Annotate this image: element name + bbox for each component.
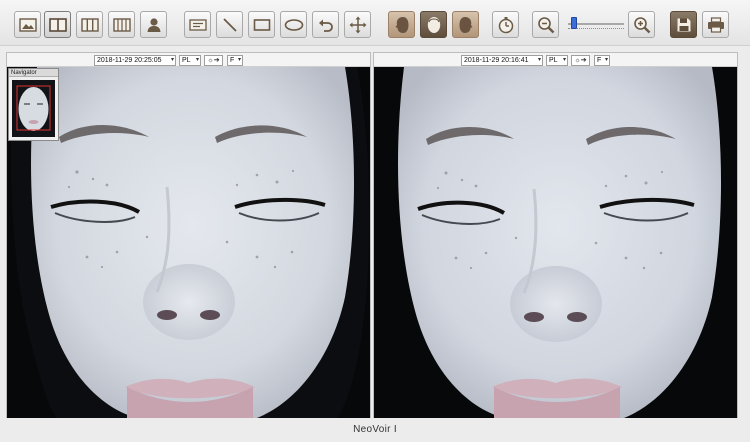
right-profile-button[interactable] <box>452 11 479 38</box>
printer-icon <box>707 16 724 33</box>
timer-button[interactable] <box>492 11 519 38</box>
face-front-icon <box>427 16 440 33</box>
zoom-in-icon <box>633 16 650 33</box>
text-tool-button[interactable] <box>184 11 211 38</box>
app-window: 2018-11-29 20:25:05 ▾ PL ▾ ☼➔ F ▾ Naviga… <box>0 0 750 442</box>
left-profile-button[interactable] <box>388 11 415 38</box>
patient-button[interactable] <box>140 11 167 38</box>
split-view-button[interactable] <box>44 11 71 38</box>
right-image-panel: 2018-11-29 20:16:41 ▾ PL ▾ ☼➔ F ▾ <box>373 52 738 418</box>
image-icon <box>18 17 37 32</box>
chevron-down-icon: ▾ <box>604 57 608 63</box>
undo-icon <box>318 19 333 32</box>
rectangle-tool-button[interactable] <box>248 11 275 38</box>
product-name: NeoVoir I <box>353 424 397 435</box>
left-face-image[interactable]: Navigator <box>7 67 370 418</box>
right-light-toggle[interactable]: ☼➔ <box>571 55 590 66</box>
left-mode-select[interactable]: PL ▾ <box>179 55 201 66</box>
move-button[interactable] <box>344 11 371 38</box>
stopwatch-icon <box>498 16 513 33</box>
move-icon <box>349 16 366 33</box>
left-datetime-value: 2018-11-29 20:25:05 <box>97 57 162 64</box>
right-channel-select[interactable]: F ▾ <box>594 55 610 66</box>
right-channel-value: F <box>597 57 602 64</box>
undo-button[interactable] <box>312 11 339 38</box>
left-face-photo <box>7 67 370 418</box>
line-tool-button[interactable] <box>216 11 243 38</box>
two-pane-icon <box>48 17 67 32</box>
right-datetime-select[interactable]: 2018-11-29 20:16:41 ▾ <box>461 55 543 66</box>
navigator-face-thumbnail <box>12 80 55 137</box>
zoom-out-icon <box>537 16 554 33</box>
rectangle-icon <box>253 18 270 31</box>
zoom-slider-handle[interactable] <box>570 17 577 29</box>
navigator-panel[interactable]: Navigator <box>8 68 59 141</box>
save-icon <box>677 18 690 31</box>
left-panel-header: 2018-11-29 20:25:05 ▾ PL ▾ ☼➔ F ▾ <box>7 53 370 67</box>
left-channel-select[interactable]: F ▾ <box>227 55 243 66</box>
toolbar <box>0 0 750 46</box>
right-face-photo <box>374 67 737 418</box>
person-icon <box>147 17 160 32</box>
four-pane-icon <box>112 17 131 32</box>
print-button[interactable] <box>702 11 729 38</box>
chevron-down-icon: ▾ <box>170 57 174 63</box>
quad-view-button[interactable] <box>108 11 135 38</box>
right-mode-select[interactable]: PL ▾ <box>546 55 568 66</box>
right-panel-header: 2018-11-29 20:16:41 ▾ PL ▾ ☼➔ F ▾ <box>374 53 737 67</box>
text-box-icon <box>188 18 207 31</box>
line-icon <box>222 17 237 32</box>
face-right-icon <box>459 16 472 33</box>
three-pane-icon <box>80 17 99 32</box>
navigator-thumbnail[interactable] <box>12 80 55 137</box>
right-datetime-value: 2018-11-29 20:16:41 <box>464 57 529 64</box>
single-view-button[interactable] <box>14 11 41 38</box>
face-left-icon <box>395 16 408 33</box>
triple-view-button[interactable] <box>76 11 103 38</box>
chevron-down-icon: ▾ <box>562 57 566 63</box>
front-face-button[interactable] <box>420 11 447 38</box>
left-image-panel: 2018-11-29 20:25:05 ▾ PL ▾ ☼➔ F ▾ Naviga… <box>6 52 371 418</box>
right-mode-value: PL <box>549 57 558 64</box>
save-button[interactable] <box>670 11 697 38</box>
navigator-title: Navigator <box>9 69 58 77</box>
ellipse-tool-button[interactable] <box>280 11 307 38</box>
right-face-image[interactable] <box>374 67 737 418</box>
chevron-down-icon: ▾ <box>237 57 241 63</box>
zoom-out-button[interactable] <box>532 11 559 38</box>
left-light-toggle[interactable]: ☼➔ <box>204 55 223 66</box>
chevron-down-icon: ▾ <box>195 57 199 63</box>
ellipse-icon <box>284 18 303 31</box>
left-datetime-select[interactable]: 2018-11-29 20:25:05 ▾ <box>94 55 176 66</box>
left-channel-value: F <box>230 57 235 64</box>
zoom-in-button[interactable] <box>628 11 655 38</box>
left-mode-value: PL <box>182 57 191 64</box>
chevron-down-icon: ▾ <box>537 57 541 63</box>
